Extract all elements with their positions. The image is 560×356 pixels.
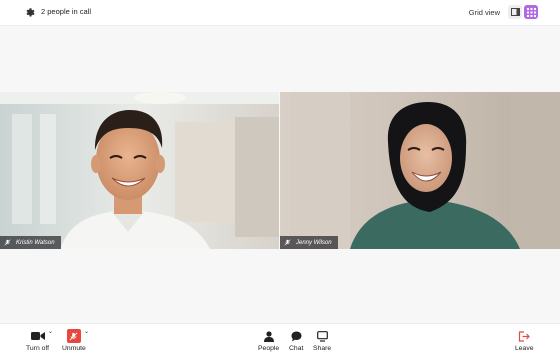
leave-call-button[interactable]: Leave — [515, 329, 534, 352]
camera-toggle-label: Turn off — [26, 345, 50, 352]
video-tile[interactable]: Jenny Wilson — [280, 92, 560, 249]
chat-label: Chat — [289, 345, 304, 352]
grid-view-button[interactable] — [524, 5, 538, 19]
people-button[interactable]: People — [258, 329, 279, 352]
leave-icon — [519, 330, 531, 342]
participant-name: Jenny Wilson — [296, 239, 332, 246]
video-camera-icon — [30, 332, 45, 340]
mic-toggle-label: Unmute — [62, 345, 86, 352]
share-label: Share — [313, 345, 332, 352]
mic-toggle-button[interactable]: Unmute — [62, 329, 86, 352]
gear-icon[interactable] — [24, 6, 35, 17]
leave-label: Leave — [515, 345, 534, 352]
mic-off-icon — [284, 239, 291, 246]
participant-name-tag: Jenny Wilson — [280, 236, 338, 249]
person-icon — [263, 330, 274, 342]
sidebar-view-button[interactable] — [508, 5, 522, 19]
call-controls-bar: Turn off ⌄ Unmute ⌄ People Chat Share Le… — [0, 323, 560, 356]
mic-off-icon — [66, 329, 81, 343]
mic-options-chevron-down-icon[interactable]: ⌄ — [84, 328, 89, 335]
grid-view-icon — [526, 7, 536, 17]
sidebar-view-icon — [510, 8, 520, 16]
video-tile[interactable]: Kristin Watson — [0, 92, 279, 249]
participant-name: Kristin Watson — [16, 239, 55, 246]
camera-toggle-button[interactable]: Turn off — [26, 329, 49, 352]
top-bar: 2 people in call Grid view — [0, 0, 560, 26]
people-label: People — [258, 345, 280, 352]
participant-video — [0, 92, 279, 249]
call-status: 2 people in call — [24, 6, 91, 17]
chat-bubble-icon — [291, 331, 302, 341]
chat-button[interactable]: Chat — [289, 329, 303, 352]
view-mode-label: Grid view — [468, 7, 500, 17]
participant-name-tag: Kristin Watson — [0, 236, 61, 249]
camera-options-chevron-down-icon[interactable]: ⌄ — [48, 328, 53, 335]
mic-off-icon — [4, 239, 11, 246]
view-controls: Grid view — [469, 5, 538, 19]
video-grid: Kristin Watson Jenny Wilson — [0, 92, 560, 249]
share-screen-button[interactable]: Share — [313, 329, 331, 352]
share-screen-icon — [316, 330, 328, 342]
participant-video — [280, 92, 560, 249]
participants-count-text: 2 people in call — [41, 7, 92, 16]
